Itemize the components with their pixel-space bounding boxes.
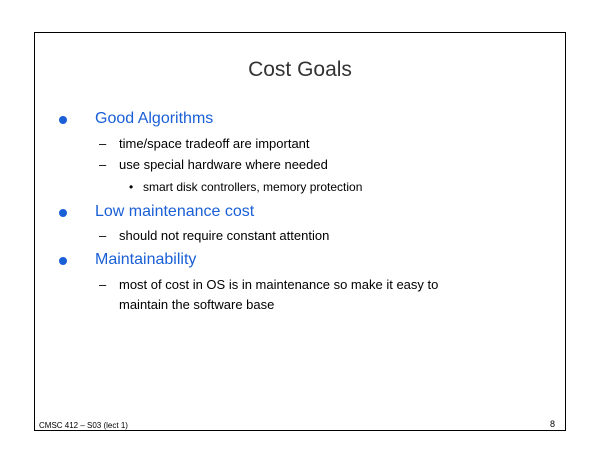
- sub-sub-bullet-text: smart disk controllers, memory protectio…: [143, 180, 363, 194]
- sub-bullet-text-line1: most of cost in OS is in maintenance so …: [119, 277, 439, 292]
- bullet-dot-icon: [59, 209, 67, 217]
- bullet-label: Good Algorithms: [95, 110, 214, 127]
- bullet-label: Low maintenance cost: [95, 203, 255, 220]
- dash-icon: –: [99, 136, 107, 151]
- bullet-dot-icon: [59, 116, 67, 124]
- slide-title: Cost Goals: [248, 58, 352, 81]
- sub-bullet-text: should not require constant attention: [119, 228, 330, 243]
- slide-frame: Cost Goals Good Algorithms – time/space …: [34, 32, 566, 431]
- dash-icon: –: [99, 157, 107, 172]
- sub-bullet-text-line2: maintain the software base: [119, 297, 275, 312]
- dash-icon: –: [99, 228, 107, 243]
- sub-bullet-text: use special hardware where needed: [119, 157, 328, 172]
- footer-course-label: CMSC 412 – S03 (lect 1): [39, 421, 128, 430]
- dash-icon: –: [99, 277, 107, 292]
- sub-bullet-text: time/space tradeoff are important: [119, 136, 310, 151]
- bullet-label: Maintainability: [95, 251, 197, 268]
- bullet-dot-icon: [59, 257, 67, 265]
- small-dot-icon: •: [129, 180, 134, 194]
- page-number: 8: [549, 419, 555, 429]
